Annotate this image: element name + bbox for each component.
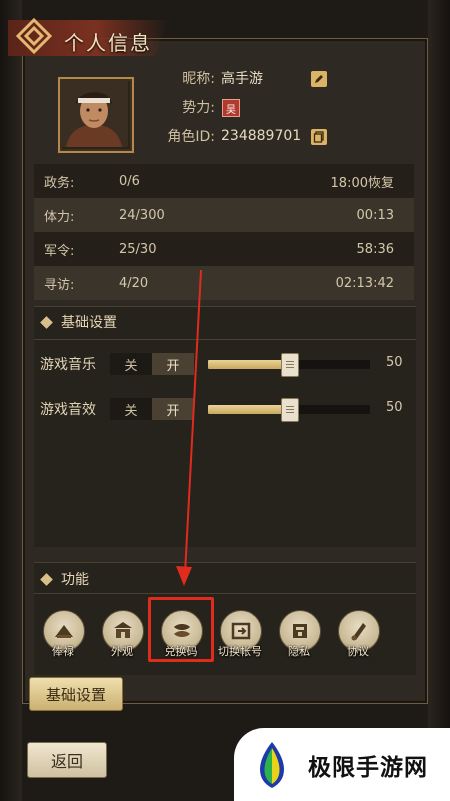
settings-heading: 基础设置 [40, 311, 117, 333]
appearance-label: 外观 [111, 645, 133, 658]
avatar[interactable] [58, 77, 134, 153]
music-off-button[interactable]: 关 [110, 353, 152, 375]
nickname-label: 昵称: [182, 71, 215, 87]
edit-nickname-icon[interactable] [311, 71, 327, 87]
faction-label: 势力: [182, 100, 215, 116]
watermark-logo-icon [260, 742, 284, 788]
stat-timer: 02:13:42 [335, 275, 394, 291]
nickname-value: 高手游 [221, 71, 263, 87]
page-title: 个人信息 [64, 31, 152, 55]
diamond-icon [40, 315, 53, 329]
watermark-text: 极限手游网 [308, 755, 428, 781]
diamond-icon [40, 572, 53, 586]
slider-thumb[interactable] [281, 353, 299, 377]
agreement-label: 协议 [347, 645, 369, 658]
stat-row-visit: 寻访: 4/20 02:13:42 [34, 266, 414, 300]
stat-timer: 00:13 [356, 207, 394, 223]
stat-label: 军令: [44, 243, 75, 259]
roleid-value: 234889701 [221, 128, 302, 144]
slider-fill [208, 405, 289, 414]
stat-row-affairs: 政务: 0/6 18:00恢复 [34, 164, 414, 198]
functions-title: 功能 [61, 572, 89, 588]
sfx-label: 游戏音效 [40, 402, 96, 418]
functions-heading: 功能 [40, 568, 89, 590]
emblem-icon [14, 16, 54, 56]
sfx-slider[interactable] [208, 398, 370, 422]
slider-fill [208, 360, 289, 369]
back-button[interactable]: 返回 [27, 742, 107, 778]
annotation-arrow [176, 270, 202, 586]
privacy-button[interactable]: 隐私 [276, 610, 322, 660]
switch-account-label: 切换帐号 [218, 645, 262, 658]
left-border [0, 0, 22, 801]
music-slider[interactable] [208, 353, 370, 377]
appearance-button[interactable]: 外观 [99, 610, 145, 660]
faction-row: 势力: [150, 96, 215, 118]
music-label: 游戏音乐 [40, 357, 96, 373]
stat-row-stamina: 体力: 24/300 00:13 [34, 198, 414, 232]
salary-label: 俸禄 [52, 645, 74, 658]
nickname-row: 昵称: 高手游 [150, 67, 263, 89]
stat-label: 体力: [44, 209, 75, 225]
settings-title: 基础设置 [61, 315, 117, 331]
music-volume-value: 50 [386, 355, 403, 370]
privacy-label: 隐私 [288, 645, 310, 658]
switch-account-button[interactable]: 切换帐号 [217, 610, 263, 660]
sfx-volume-value: 50 [386, 400, 403, 415]
copy-icon[interactable] [311, 129, 327, 145]
right-border [428, 0, 450, 801]
salary-button[interactable]: 俸禄 [40, 610, 86, 660]
agreement-button[interactable]: 协议 [335, 610, 381, 660]
stat-label: 政务: [44, 175, 75, 191]
stat-value: 25/30 [119, 241, 157, 257]
stat-value: 24/300 [119, 207, 165, 223]
highlight-box [148, 597, 214, 662]
stat-recover: 18:00恢复 [330, 175, 394, 191]
sfx-off-button[interactable]: 关 [110, 398, 152, 420]
stat-value: 0/6 [119, 173, 140, 189]
settings-section: 基础设置 [34, 306, 416, 547]
faction-badge: 吴 [222, 99, 240, 117]
stat-label: 寻访: [44, 277, 75, 293]
watermark: 极限手游网 [234, 728, 450, 801]
roleid-label: 角色ID: [167, 129, 215, 145]
slider-thumb[interactable] [281, 398, 299, 422]
divider [34, 339, 416, 340]
roleid-row: 角色ID: 234889701 [150, 125, 301, 147]
divider [34, 593, 416, 594]
stat-row-orders: 军令: 25/30 58:36 [34, 232, 414, 266]
stat-timer: 58:36 [356, 241, 394, 257]
stat-value: 4/20 [119, 275, 149, 291]
basic-settings-tab[interactable]: 基础设置 [29, 677, 123, 711]
